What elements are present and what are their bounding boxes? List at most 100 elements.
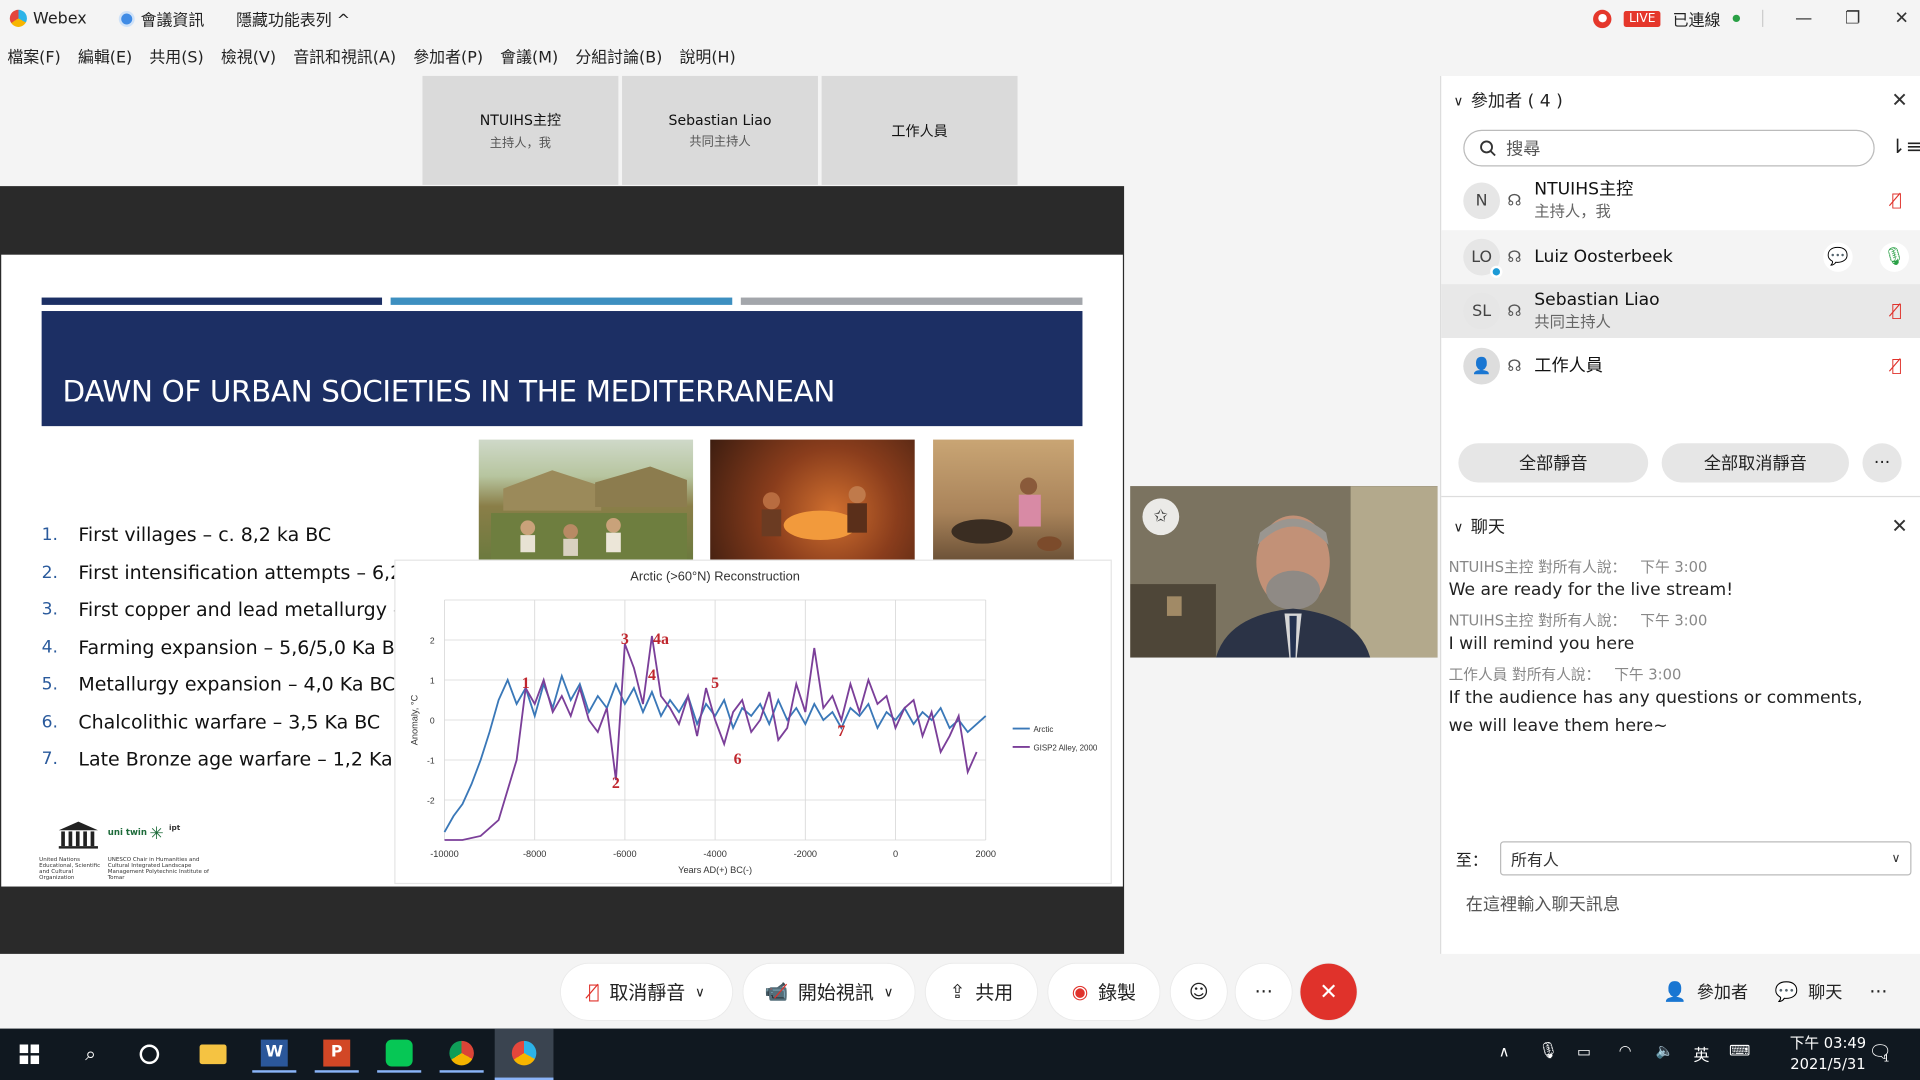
menu-share[interactable]: 共用(S) xyxy=(149,43,203,66)
mic-muted-icon[interactable]: 🎙̸ xyxy=(1891,191,1901,211)
tray-mic-icon[interactable]: 🎙 xyxy=(1538,1042,1558,1060)
panels-more-icon[interactable]: ··· xyxy=(1856,964,1900,1020)
share-button[interactable]: ⇪ 共用 xyxy=(925,963,1038,1021)
menu-meeting[interactable]: 會議(M) xyxy=(500,43,558,66)
keyboard-icon[interactable]: ⌨ xyxy=(1729,1042,1750,1059)
participants-header[interactable]: ∨ 參加者 ( 4 ) xyxy=(1453,88,1562,112)
webex-taskbar-icon[interactable] xyxy=(494,1028,554,1080)
close-chat-icon[interactable]: ✕ xyxy=(1891,514,1907,537)
chevron-down-icon[interactable]: ∨ xyxy=(884,984,894,1000)
speaker-video[interactable]: ✩ xyxy=(1130,486,1438,658)
record-label: 錄製 xyxy=(1098,982,1137,1005)
wifi-icon[interactable]: ◠ xyxy=(1619,1042,1632,1059)
participant-tile[interactable]: NTUIHS主控 主持人，我 xyxy=(422,75,619,185)
chat-time: 下午 3:00 xyxy=(1614,666,1682,684)
item-number: 1. xyxy=(41,525,58,546)
series-line-1 xyxy=(444,635,978,841)
unmute-all-button[interactable]: 全部取消靜音 xyxy=(1661,443,1849,483)
chrome-icon[interactable] xyxy=(439,1036,484,1073)
more-button[interactable]: ··· xyxy=(1235,963,1292,1021)
pin-icon[interactable]: ✩ xyxy=(1142,498,1180,536)
mute-all-button[interactable]: 全部靜音 xyxy=(1458,443,1649,483)
start-video-button[interactable]: 📹̸ 開始視訊 ∨ xyxy=(743,963,915,1021)
minimize-icon[interactable]: — xyxy=(1785,9,1822,29)
participant-row[interactable]: N ☊ NTUIHS主控 主持人，我 🎙̸ xyxy=(1441,174,1920,228)
app-name: Webex xyxy=(33,9,87,28)
participant-row[interactable]: SL ☊ Sebastian Liao 共同主持人 🎙̸ xyxy=(1441,284,1920,338)
meeting-info-button[interactable]: 會議資訊 xyxy=(118,7,204,30)
chart-annotation: 4 xyxy=(648,667,656,684)
recipient-select[interactable]: 所有人 ∨ xyxy=(1500,841,1912,876)
word-icon[interactable]: W xyxy=(252,1036,297,1073)
chat-panel-button[interactable]: 💬 聊天 xyxy=(1771,964,1847,1020)
menu-file[interactable]: 檔案(F) xyxy=(7,43,60,66)
chat-bubble-icon[interactable]: 💬 xyxy=(1823,242,1853,272)
menu-view[interactable]: 檢視(V) xyxy=(221,43,276,66)
clock[interactable]: 下午 03:49 2021/5/31 xyxy=(1790,1033,1866,1075)
cortana-icon[interactable] xyxy=(127,1036,171,1073)
unmute-button[interactable]: 🎙̸ 取消靜音 ∨ xyxy=(560,963,733,1021)
chevron-down-icon: ∨ xyxy=(1891,851,1901,866)
metallurgy-illustration xyxy=(710,439,915,561)
participant-tile[interactable]: Sebastian Liao 共同主持人 xyxy=(622,75,818,185)
reactions-button[interactable]: ☺ xyxy=(1170,963,1227,1021)
chat-meta: NTUIHS主控 對所有人說： 下午 3:00 xyxy=(1449,556,1890,577)
participant-row[interactable]: 👤 ☊ 工作人員 🎙̸ xyxy=(1441,339,1920,393)
tile-name: NTUIHS主控 xyxy=(479,111,562,129)
mic-muted-locked-icon[interactable]: 🎙̸ xyxy=(1891,356,1901,376)
search-icon xyxy=(1480,140,1496,157)
menu-edit[interactable]: 編輯(E) xyxy=(78,43,132,66)
chat-input[interactable]: 在這裡輸入聊天訊息 xyxy=(1466,891,1620,915)
chat-header[interactable]: ∨ 聊天 xyxy=(1453,514,1505,538)
participants-panel-button[interactable]: 👤 參加者 xyxy=(1653,964,1758,1020)
connection-status: 已連線 xyxy=(1672,11,1721,31)
divider xyxy=(1762,9,1764,27)
close-window-icon[interactable]: ✕ xyxy=(1883,9,1920,29)
end-call-button[interactable]: ✕ xyxy=(1300,963,1357,1021)
participant-tile[interactable]: 工作人員 xyxy=(821,75,1018,185)
mic-muted-icon: 🎙̸ xyxy=(588,980,600,1003)
menu-breakout[interactable]: 分組討論(B) xyxy=(575,43,662,66)
close-participants-icon[interactable]: ✕ xyxy=(1891,88,1907,111)
chart-annotation: 3 xyxy=(621,631,629,648)
more-options-icon[interactable]: ··· xyxy=(1862,443,1902,483)
item-number: 3. xyxy=(41,600,58,620)
slide-bar-blue xyxy=(390,297,733,305)
hide-menu-button[interactable]: 隱藏功能表列 ^ xyxy=(236,7,350,30)
tray-chevron-icon[interactable]: ∧ xyxy=(1499,1043,1510,1060)
x-tick-label: 0 xyxy=(893,849,898,859)
chevron-down-icon[interactable]: ∨ xyxy=(695,984,705,1000)
tile-role: 共同主持人 xyxy=(689,135,751,150)
line-app-icon[interactable] xyxy=(377,1036,422,1073)
participant-name: Luiz Oosterbeek xyxy=(1534,247,1673,267)
search-icon[interactable]: ⌕ xyxy=(69,1036,113,1073)
ime-indicator[interactable]: 英 xyxy=(1693,1042,1709,1065)
legend-label: Arctic xyxy=(1033,725,1053,734)
file-explorer-icon[interactable] xyxy=(191,1036,235,1073)
menu-help[interactable]: 說明(H) xyxy=(679,43,735,66)
tile-role: 主持人，我 xyxy=(489,137,552,151)
battery-icon[interactable]: ▭ xyxy=(1577,1043,1591,1060)
unesco-caption: United Nations Educational, Scientific a… xyxy=(39,857,101,882)
smiley-icon: ☺ xyxy=(1188,980,1209,1003)
record-button[interactable]: ◉ 錄製 xyxy=(1048,963,1160,1021)
live-badge: LIVE xyxy=(1624,10,1661,27)
menu-audio-video[interactable]: 音訊和視訊(A) xyxy=(293,43,396,66)
volume-icon[interactable]: 🔈 xyxy=(1656,1042,1674,1059)
item-number: 4. xyxy=(41,637,58,658)
mic-active-icon[interactable]: 🎙 xyxy=(1879,242,1909,272)
unitwin-caption: UNESCO Chair in Humanities and Cultural … xyxy=(107,857,209,882)
chat-sender: NTUIHS主控 對所有人說： xyxy=(1448,558,1627,576)
participant-name: NTUIHS主控 xyxy=(1534,180,1634,200)
slide-bar-gray xyxy=(740,297,1083,305)
shield-icon xyxy=(118,10,135,27)
menu-participants[interactable]: 參加者(P) xyxy=(413,43,483,66)
sort-icon[interactable]: ⇂≡ xyxy=(1889,135,1920,158)
windows-start-icon[interactable] xyxy=(7,1036,51,1073)
mic-muted-icon[interactable]: 🎙̸ xyxy=(1891,301,1901,321)
powerpoint-icon[interactable]: P xyxy=(314,1036,359,1073)
participant-row[interactable]: LO ☊ Luiz Oosterbeek 💬 🎙 xyxy=(1441,230,1920,285)
restore-icon[interactable]: ❐ xyxy=(1834,9,1871,29)
participant-search[interactable]: 搜尋 xyxy=(1463,129,1875,167)
chat-message: If the audience has any questions or com… xyxy=(1448,688,1863,736)
